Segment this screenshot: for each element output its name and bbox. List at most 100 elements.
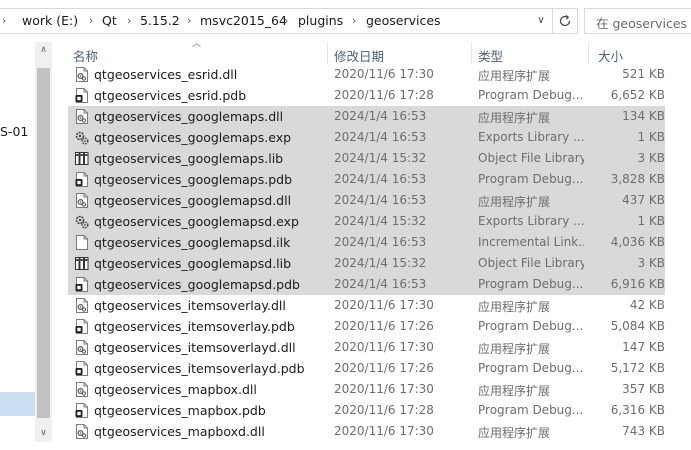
file-size: 743 KB	[622, 424, 665, 438]
file-date: 2024/1/4 16:53	[334, 130, 427, 144]
file-date: 2020/11/6 17:26	[334, 319, 434, 333]
file-date: 2024/1/4 15:32	[334, 256, 427, 270]
file-row[interactable]: qtgeoservices_googlemapsd.ilk 2024/1/4 16…	[68, 232, 665, 253]
file-date: 2020/11/6 17:28	[334, 88, 434, 102]
file-row[interactable]: qtgeoservices_googlemapsd.dll 2024/1/4 16…	[68, 190, 665, 211]
column-date-header[interactable]: 修改日期	[334, 46, 384, 65]
breadcrumb-version[interactable]: 5.15.2	[140, 13, 180, 28]
refresh-button[interactable]	[552, 9, 576, 33]
breadcrumb-msvc[interactable]: msvc2015_64	[200, 13, 287, 28]
column-type-header[interactable]: 类型	[478, 46, 503, 65]
pdb-icon	[75, 319, 89, 334]
file-row[interactable]: qtgeoservices_itemsoverlayd.pdb 2020/11/6…	[68, 358, 665, 379]
file-type: Program Debug...	[478, 172, 584, 186]
breadcrumb-plugins[interactable]: plugins	[298, 13, 343, 28]
file-type: 应用程序扩展	[478, 69, 551, 83]
pdb-icon	[75, 361, 89, 376]
dll-icon	[75, 193, 89, 208]
file-size: 1 KB	[637, 130, 665, 144]
file-type: 应用程序扩展	[478, 195, 551, 209]
file-size: 6,316 KB	[610, 403, 665, 417]
column-divider[interactable]	[588, 42, 589, 64]
file-row[interactable]: qtgeoservices_mapbox.pdb 2020/11/6 17:28 P…	[68, 400, 665, 421]
file-row[interactable]: qtgeoservices_googlemaps.pdb 2024/1/4 16:…	[68, 169, 665, 190]
file-row[interactable]: qtgeoservices_googlemapsd.pdb 2024/1/4 16…	[68, 274, 665, 295]
breadcrumb-separator-icon[interactable]: ›	[2, 14, 6, 27]
file-size: 521 KB	[622, 67, 665, 81]
column-divider[interactable]	[327, 42, 328, 64]
file-size: 5,172 KB	[610, 361, 665, 375]
lib-icon	[75, 151, 89, 166]
column-size-header[interactable]: 大小	[598, 46, 623, 65]
file-size: 134 KB	[622, 109, 665, 123]
file-row[interactable]: qtgeoservices_googlemapsd.exp 2024/1/4 15…	[68, 211, 665, 232]
file-type: 应用程序扩展	[478, 300, 551, 314]
file-row[interactable]: qtgeoservices_esrid.pdb 2020/11/6 17:28 Pr…	[68, 85, 665, 106]
file-name: qtgeoservices_itemsoverlayd.dll	[94, 340, 296, 355]
file-size: 357 KB	[622, 382, 665, 396]
nav-item-selected[interactable]	[0, 392, 35, 416]
file-date: 2024/1/4 15:32	[334, 214, 427, 228]
file-row[interactable]: qtgeoservices_itemsoverlay.pdb 2020/11/6 …	[68, 316, 665, 337]
file-date: 2024/1/4 16:53	[334, 172, 427, 186]
file-size: 3 KB	[637, 256, 665, 270]
file-size: 4,036 KB	[610, 235, 665, 249]
file-row[interactable]: qtgeoservices_googlemapsd.lib 2024/1/4 15…	[68, 253, 665, 274]
nav-scrollbar[interactable]: ∧ ∨	[35, 42, 52, 442]
file-row[interactable]: qtgeoservices_googlemaps.lib 2024/1/4 15:…	[68, 148, 665, 169]
ilk-icon	[75, 235, 89, 250]
file-row[interactable]: qtgeoservices_mapbox.dll 2020/11/6 17:30 应…	[68, 379, 665, 400]
breadcrumb-geoservices[interactable]: geoservices	[366, 13, 441, 28]
file-date: 2024/1/4 16:53	[334, 193, 427, 207]
breadcrumb-separator-icon[interactable]: ›	[89, 14, 93, 27]
file-type: 应用程序扩展	[478, 342, 551, 356]
dll-icon	[75, 67, 89, 82]
breadcrumb-separator-icon[interactable]: ›	[127, 14, 131, 27]
file-name: qtgeoservices_googlemapsd.lib	[94, 256, 292, 271]
file-type: Exports Library ...	[478, 214, 584, 228]
address-bar[interactable]: › work (E:) › Qt › 5.15.2 › msvc2015_64 …	[0, 8, 578, 34]
column-divider[interactable]	[471, 42, 472, 64]
file-date: 2024/1/4 15:32	[334, 151, 427, 165]
file-row[interactable]: qtgeoservices_itemsoverlay.dll 2020/11/6 …	[68, 295, 665, 316]
file-row[interactable]: qtgeoservices_mapboxd.dll 2020/11/6 17:30…	[68, 421, 665, 442]
file-type: 应用程序扩展	[478, 111, 551, 125]
sort-ascending-icon: ︿	[192, 39, 202, 49]
scroll-up-icon[interactable]: ∧	[35, 42, 52, 59]
breadcrumb-qt[interactable]: Qt	[102, 13, 117, 28]
nav-item-label[interactable]: S-01	[0, 124, 28, 139]
file-name: qtgeoservices_googlemapsd.exp	[94, 214, 299, 229]
file-date: 2024/1/4 16:53	[334, 109, 427, 123]
file-row[interactable]: qtgeoservices_googlemaps.dll 2024/1/4 16:…	[68, 106, 665, 127]
file-type: 应用程序扩展	[478, 384, 551, 398]
file-name: qtgeoservices_googlemapsd.dll	[94, 193, 292, 208]
file-date: 2020/11/6 17:26	[334, 361, 434, 375]
file-size: 437 KB	[622, 193, 665, 207]
breadcrumb-separator-icon[interactable]: ›	[187, 14, 191, 27]
search-input[interactable]: 在 geoservices 中	[584, 8, 691, 34]
file-row[interactable]: qtgeoservices_esrid.dll 2020/11/6 17:30 应用…	[68, 64, 665, 85]
file-row[interactable]: qtgeoservices_itemsoverlayd.dll 2020/11/6…	[68, 337, 665, 358]
file-row[interactable]: qtgeoservices_googlemaps.exp 2024/1/4 16:…	[68, 127, 665, 148]
file-date: 2020/11/6 17:30	[334, 298, 434, 312]
dll-icon	[75, 382, 89, 397]
file-name: qtgeoservices_mapbox.pdb	[94, 403, 266, 418]
breadcrumb-separator-icon[interactable]: ›	[284, 14, 288, 27]
file-name: qtgeoservices_esrid.dll	[94, 67, 238, 82]
file-name: qtgeoservices_esrid.pdb	[94, 88, 247, 103]
file-size: 42 KB	[629, 298, 665, 312]
refresh-icon	[559, 15, 571, 27]
file-name: qtgeoservices_googlemaps.exp	[94, 130, 292, 145]
file-type: Object File Library	[478, 151, 584, 165]
column-name-header[interactable]: 名称	[73, 46, 98, 65]
breadcrumb-drive[interactable]: work (E:)	[22, 13, 78, 28]
exp-icon	[75, 130, 89, 145]
chevron-down-icon[interactable]: ∨	[530, 9, 552, 33]
scrollbar-thumb[interactable]	[37, 68, 50, 418]
file-size: 147 KB	[622, 340, 665, 354]
breadcrumb-separator-icon[interactable]: ›	[352, 14, 356, 27]
file-date: 2024/1/4 16:53	[334, 235, 427, 249]
file-name: qtgeoservices_googlemaps.pdb	[94, 172, 293, 187]
dll-icon	[75, 340, 89, 355]
scroll-down-icon[interactable]: ∨	[35, 425, 52, 442]
